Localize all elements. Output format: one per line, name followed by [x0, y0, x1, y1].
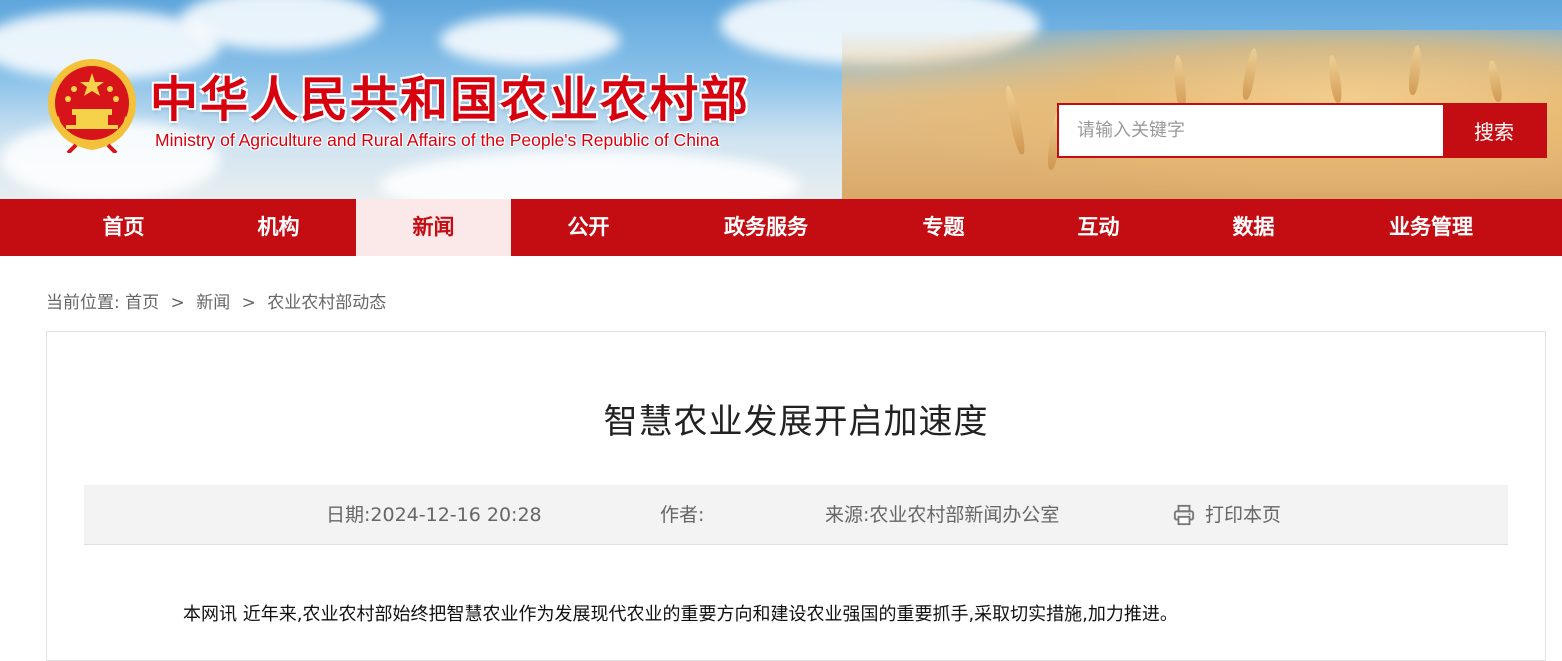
nav-item-public[interactable]: 公开: [511, 199, 666, 256]
printer-icon: [1173, 504, 1195, 526]
nav-item-interaction[interactable]: 互动: [1021, 199, 1176, 256]
print-label: 打印本页: [1205, 504, 1282, 526]
date-value: 2024-12-16 20:28: [370, 504, 542, 526]
search-box: 搜索: [1057, 103, 1547, 158]
banner-cloud: [440, 15, 620, 65]
article-date: 日期:2024-12-16 20:28: [326, 485, 542, 545]
source-value: 农业农村部新闻办公室: [869, 504, 1060, 526]
breadcrumb: 当前位置: 首页 > 新闻 > 农业农村部动态: [46, 288, 386, 313]
nav-item-data[interactable]: 数据: [1176, 199, 1331, 256]
nav-item-business[interactable]: 业务管理: [1331, 199, 1531, 256]
breadcrumb-item-ministry-news[interactable]: 农业农村部动态: [267, 293, 386, 313]
breadcrumb-separator: >: [241, 293, 256, 313]
article-author: 作者:: [660, 485, 704, 545]
source-label: 来源:: [825, 504, 870, 526]
national-emblem-icon: [48, 59, 136, 153]
header-banner: 中华人民共和国农业农村部 Ministry of Agriculture and…: [0, 0, 1562, 199]
article-body-paragraph: 本网讯 近年来,农业农村部始终把智慧农业作为发展现代农业的重要方向和建设农业强国…: [183, 604, 1178, 625]
search-input[interactable]: [1059, 105, 1443, 156]
site-title: 中华人民共和国农业农村部: [150, 74, 751, 127]
breadcrumb-separator: >: [170, 293, 185, 313]
print-button[interactable]: 打印本页: [1173, 485, 1281, 545]
breadcrumb-prefix: 当前位置:: [46, 293, 120, 313]
article-source: 来源:农业农村部新闻办公室: [825, 485, 1059, 545]
search-button[interactable]: 搜索: [1443, 105, 1545, 156]
nav-item-topics[interactable]: 专题: [866, 199, 1021, 256]
nav-item-home[interactable]: 首页: [46, 199, 201, 256]
main-nav: 首页 机构 新闻 公开 政务服务 专题 互动 数据 业务管理: [0, 199, 1562, 256]
article-meta-bar: 日期:2024-12-16 20:28 作者: 来源:农业农村部新闻办公室 打印…: [84, 485, 1508, 545]
site-subtitle: Ministry of Agriculture and Rural Affair…: [155, 130, 720, 150]
article-container: 智慧农业发展开启加速度 日期:2024-12-16 20:28 作者: 来源:农…: [46, 331, 1546, 661]
nav-item-organization[interactable]: 机构: [201, 199, 356, 256]
banner-cloud: [380, 150, 800, 199]
breadcrumb-item-news[interactable]: 新闻: [196, 293, 230, 313]
article-title: 智慧农业发展开启加速度: [603, 402, 989, 442]
nav-item-news[interactable]: 新闻: [356, 199, 511, 256]
date-label: 日期:: [326, 504, 371, 526]
breadcrumb-item-home[interactable]: 首页: [125, 293, 159, 313]
author-label: 作者:: [660, 504, 705, 526]
nav-item-gov-services[interactable]: 政务服务: [666, 199, 866, 256]
